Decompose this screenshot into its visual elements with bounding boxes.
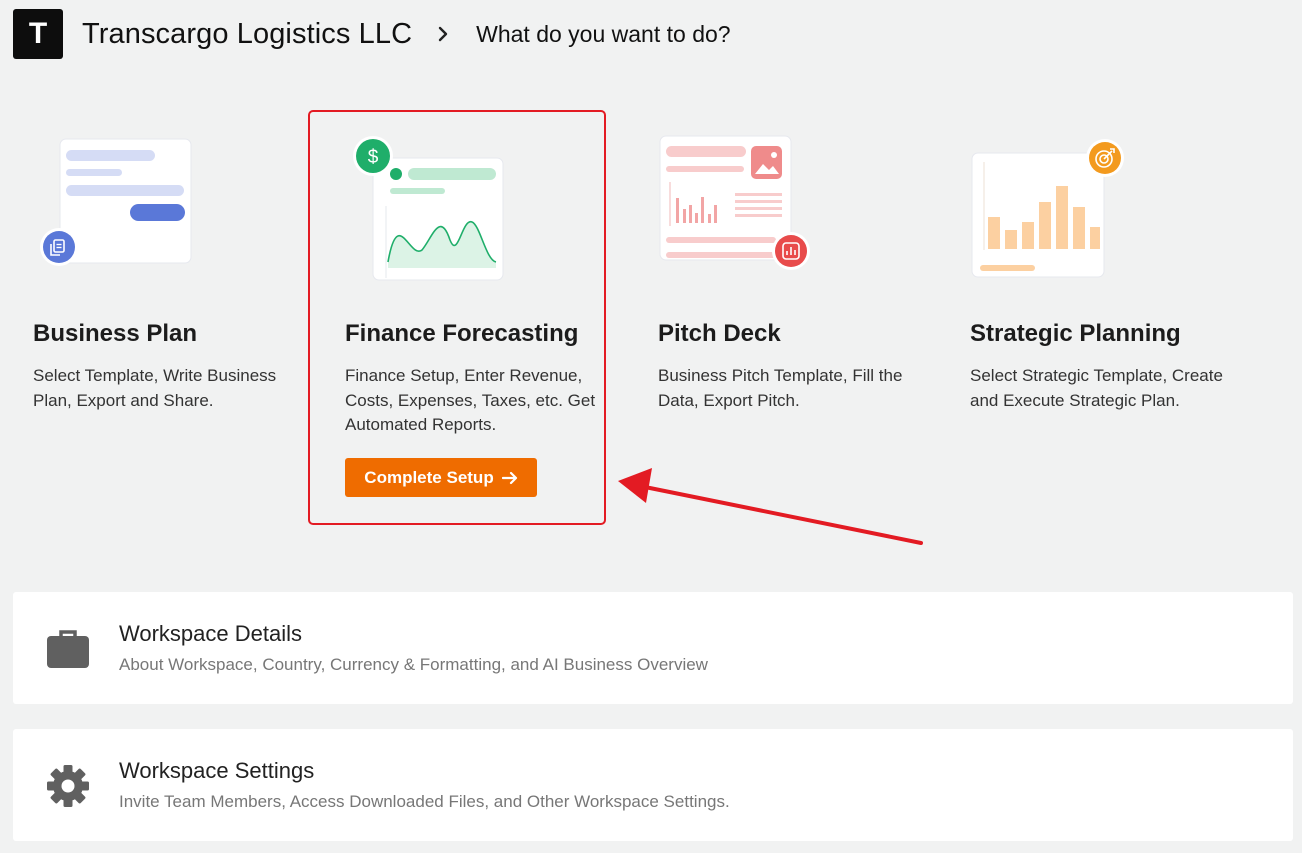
- workspace-settings-row[interactable]: Workspace Settings Invite Team Members, …: [13, 729, 1293, 841]
- document-icon: [40, 228, 78, 266]
- card-description: Select Template, Write Business Plan, Ex…: [33, 366, 277, 410]
- workspace-details-row[interactable]: Workspace Details About Workspace, Count…: [13, 592, 1293, 704]
- pitch-deck-illustration: [659, 135, 810, 270]
- target-icon: [1086, 139, 1124, 177]
- page-header: T Transcargo Logistics LLC What do you w…: [13, 9, 731, 59]
- chart-icon: [772, 232, 810, 270]
- card-description: Select Strategic Template, Create and Ex…: [970, 366, 1223, 410]
- complete-setup-button[interactable]: Complete Setup: [345, 458, 537, 497]
- workspace-details-title: Workspace Details: [119, 621, 302, 646]
- business-plan-illustration: [40, 138, 192, 266]
- strategic-planning-illustration: [971, 139, 1124, 278]
- workspace-settings-title: Workspace Settings: [119, 758, 315, 783]
- chevron-right-icon: [436, 23, 458, 45]
- card-title: Strategic Planning: [970, 320, 1181, 347]
- workspace-logo[interactable]: T: [13, 9, 63, 59]
- workspace-details-subtitle: About Workspace, Country, Currency & For…: [119, 655, 708, 674]
- page-title: What do you want to do?: [476, 20, 731, 47]
- card-title: Business Plan: [33, 320, 198, 347]
- company-name[interactable]: Transcargo Logistics LLC: [82, 18, 412, 51]
- card-title: Pitch Deck: [658, 320, 781, 347]
- arrow-right-icon: [501, 471, 518, 485]
- card-description: Business Pitch Template, Fill the Data, …: [658, 366, 903, 410]
- complete-setup-label: Complete Setup: [364, 467, 494, 487]
- briefcase-icon: [45, 626, 91, 672]
- workspace-settings-subtitle: Invite Team Members, Access Downloaded F…: [119, 792, 730, 811]
- gear-icon: [45, 763, 91, 809]
